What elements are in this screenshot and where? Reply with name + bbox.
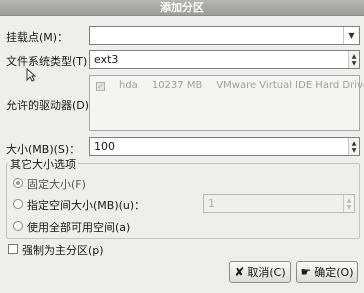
ok-button[interactable]: ☛ 确定(O)	[296, 261, 358, 283]
radio-fill-all-label[interactable]: 使用全部可用空间(a)	[27, 219, 130, 235]
radio-fixed[interactable]	[13, 178, 23, 188]
spin-arrows-icon[interactable]: ▲ ▼	[348, 138, 359, 155]
spin-arrows-icon[interactable]: ▲ ▼	[343, 195, 354, 212]
radio-fill-all[interactable]	[13, 221, 23, 231]
cancel-button[interactable]: ✘ 取消(C)	[229, 261, 291, 283]
list-item[interactable]: ✓ hda 10237 MB VMware Virtual IDE Hard Driv…	[96, 80, 364, 91]
fs-type-value: ext3	[94, 53, 119, 66]
mount-point-label: 挂载点(M)：	[6, 31, 69, 44]
hand-ok-icon: ☛	[300, 265, 312, 279]
drives-list[interactable]: ✓ hda 10237 MB VMware Virtual IDE Hard Driv…	[89, 75, 364, 131]
mount-point-combo[interactable]: ▼	[89, 26, 360, 45]
ok-button-label: 确定(O)	[314, 266, 354, 279]
size-value[interactable]: 100	[94, 140, 115, 153]
size-label: 大小(MB)(S)：	[6, 143, 81, 156]
radio-fill-upto[interactable]	[13, 199, 23, 209]
checkbox-icon[interactable]: ✓	[96, 82, 105, 91]
x-icon: ✘	[234, 265, 245, 279]
fs-type-combo[interactable]: ext3 ▲ ▼	[89, 50, 360, 69]
window-title: 添加分区	[0, 0, 364, 16]
cancel-button-label: 取消(C)	[247, 266, 286, 279]
drive-name: hda	[119, 80, 138, 91]
drives-label: 允许的驱动器(D)：	[6, 99, 101, 112]
force-primary-label[interactable]: 强制为主分区(p)	[22, 242, 104, 258]
drive-model: VMware Virtual IDE Hard Drive	[216, 80, 364, 91]
dropdown-arrow-icon[interactable]: ▼	[343, 27, 359, 44]
fs-type-label: 文件系统类型(T)：	[6, 55, 99, 68]
drive-size: 10237 MB	[151, 80, 203, 91]
mouse-pointer-icon	[26, 67, 37, 86]
force-primary-checkbox[interactable]	[8, 244, 18, 254]
size-spinbox[interactable]: 100 ▲ ▼	[89, 137, 360, 156]
radio-fixed-label[interactable]: 固定大小(F)	[27, 176, 86, 192]
fill-upto-spinbox[interactable]: 1 ▲ ▼	[203, 194, 355, 213]
radio-fill-upto-label[interactable]: 指定空间大小(MB)(u)：	[27, 197, 145, 213]
combo-updown-icon[interactable]: ▲ ▼	[348, 51, 359, 68]
other-size-title: 其它大小选项	[8, 156, 78, 172]
fill-upto-value[interactable]: 1	[208, 197, 215, 210]
